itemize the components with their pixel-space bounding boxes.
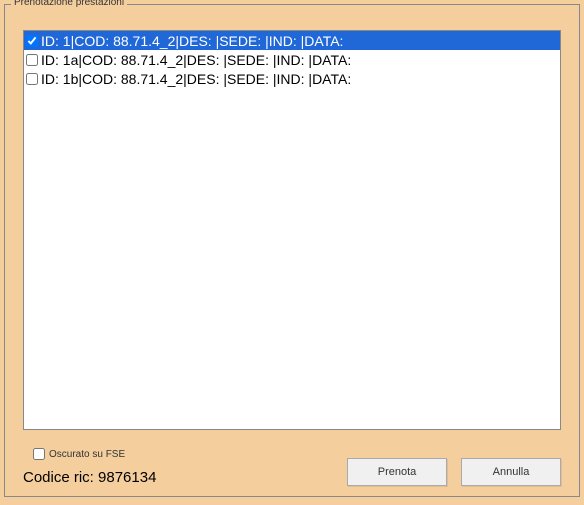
groupbox-title: Prenotazione prestazioni: [11, 0, 127, 8]
oscurato-checkbox[interactable]: [33, 448, 45, 460]
list-item-text: ID: 1a|COD: 88.71.4_2|DES: |SEDE: |IND: …: [41, 52, 351, 68]
list-item-checkbox[interactable]: [26, 73, 38, 85]
list-item[interactable]: ID: 1b|COD: 88.71.4_2|DES: |SEDE: |IND: …: [24, 69, 560, 88]
prenotazione-groupbox: Prenotazione prestazioni ID: 1|COD: 88.7…: [4, 4, 580, 497]
list-item-text: ID: 1|COD: 88.71.4_2|DES: |SEDE: |IND: |…: [41, 33, 343, 49]
codice-ric-label: Codice ric: 9876134: [23, 469, 156, 486]
annulla-button[interactable]: Annulla: [461, 458, 561, 486]
oscurato-wrapper[interactable]: Oscurato su FSE: [33, 448, 125, 460]
list-item-checkbox[interactable]: [26, 35, 38, 47]
codice-prefix: Codice ric:: [23, 469, 98, 486]
list-item-text: ID: 1b|COD: 88.71.4_2|DES: |SEDE: |IND: …: [41, 71, 351, 87]
prestazioni-listbox[interactable]: ID: 1|COD: 88.71.4_2|DES: |SEDE: |IND: |…: [23, 30, 561, 430]
prenota-button[interactable]: Prenota: [347, 458, 447, 486]
codice-value: 9876134: [98, 469, 156, 486]
list-item-checkbox[interactable]: [26, 54, 38, 66]
button-bar: Prenota Annulla: [347, 458, 561, 486]
list-item[interactable]: ID: 1a|COD: 88.71.4_2|DES: |SEDE: |IND: …: [24, 50, 560, 69]
list-item[interactable]: ID: 1|COD: 88.71.4_2|DES: |SEDE: |IND: |…: [24, 31, 560, 50]
oscurato-label: Oscurato su FSE: [49, 449, 125, 460]
